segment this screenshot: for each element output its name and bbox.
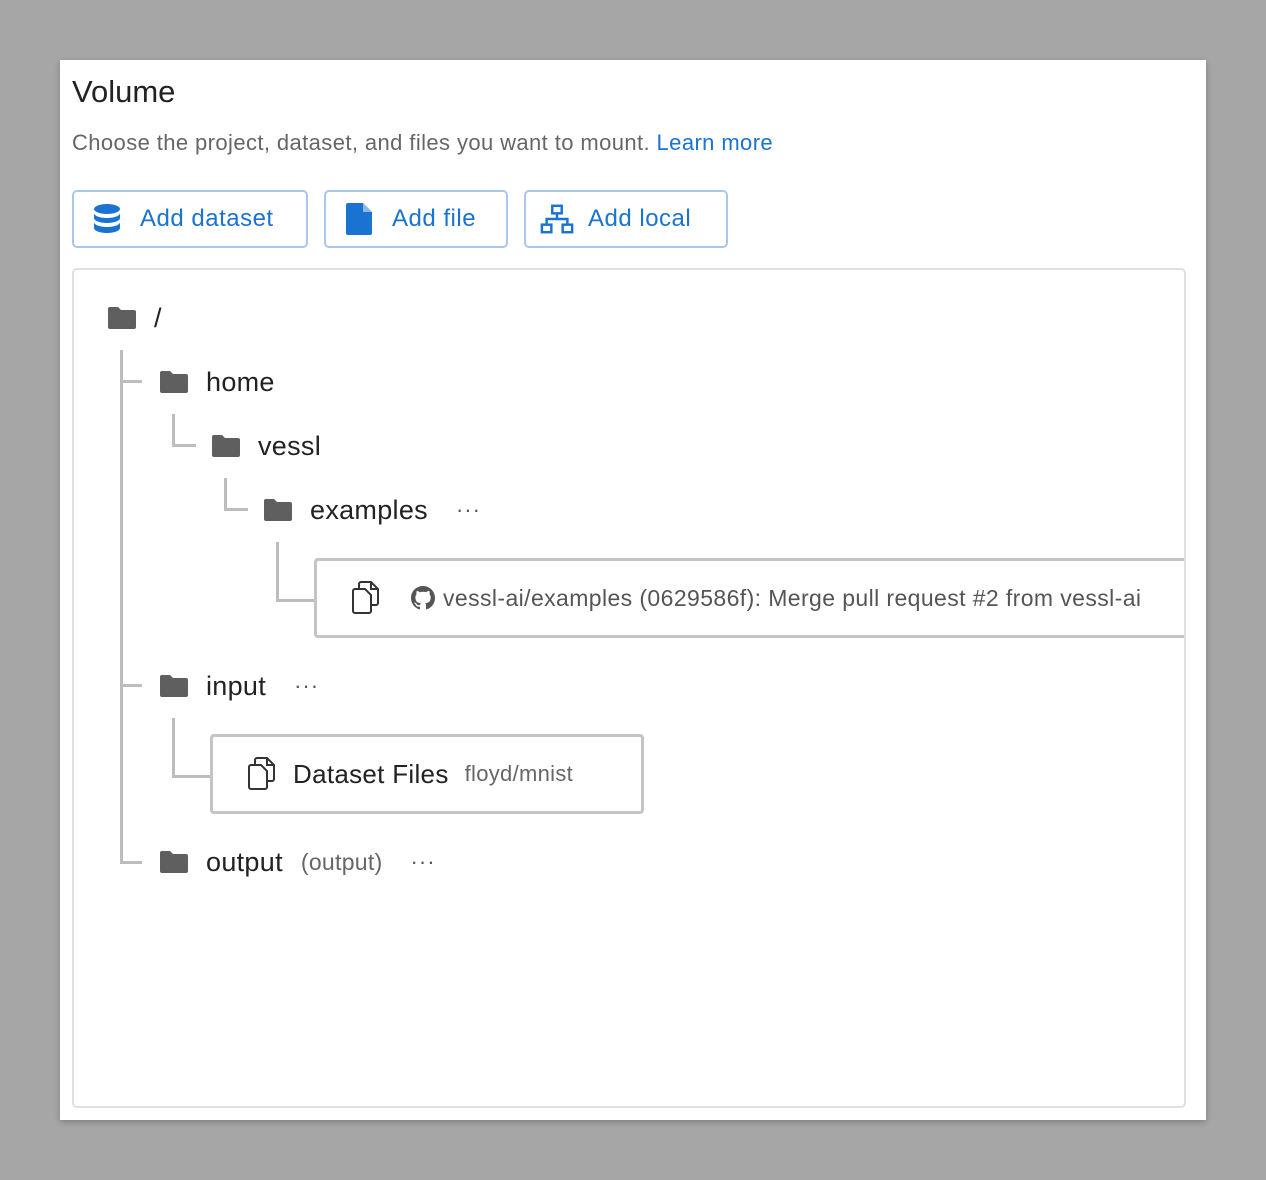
folder-icon — [108, 306, 136, 330]
learn-more-link[interactable]: Learn more — [657, 130, 774, 155]
folder-icon — [264, 498, 292, 522]
folder-icon — [160, 850, 188, 874]
dataset-name: Dataset Files — [293, 758, 449, 789]
tree-node-label: / — [154, 302, 162, 333]
tree-node-root[interactable]: / — [108, 298, 162, 338]
tree-node-vessl[interactable]: vessl — [212, 426, 321, 466]
examples-git-file[interactable]: vessl-ai/examples (0629586f): Merge pull… — [314, 558, 1184, 638]
tree-branch-home — [120, 380, 142, 383]
tree-branch-examples-file — [276, 599, 314, 602]
tree-node-label: input — [206, 670, 267, 701]
output-aux-label: (output) — [300, 848, 383, 875]
volume-description: Choose the project, dataset, and files y… — [72, 130, 773, 156]
copy-files-icon — [245, 757, 277, 791]
tree-line-vessl — [224, 478, 227, 511]
tree-line-examples — [276, 542, 279, 602]
volume-card: Volume Choose the project, dataset, and … — [60, 60, 1206, 1120]
file-icon — [342, 202, 376, 236]
add-dataset-button[interactable]: Add dataset — [72, 190, 308, 248]
folder-icon — [212, 434, 240, 458]
database-icon — [90, 202, 124, 236]
copy-files-icon — [349, 581, 381, 615]
tree-branch-vessl — [172, 444, 196, 447]
tree-node-input[interactable]: input ··· — [160, 666, 319, 706]
tree-line-root — [120, 350, 123, 864]
tree-line-home — [172, 414, 175, 447]
add-file-button[interactable]: Add file — [324, 190, 508, 248]
tree-node-label: home — [206, 366, 275, 397]
examples-file-label: vessl-ai/examples (0629586f): Merge pull… — [443, 584, 1142, 611]
tree-node-output[interactable]: output (output) ··· — [160, 842, 436, 882]
tree-node-label: output — [206, 846, 283, 877]
more-options-icon[interactable]: ··· — [294, 673, 319, 699]
add-dataset-label: Add dataset — [140, 205, 274, 232]
volume-description-text: Choose the project, dataset, and files y… — [72, 130, 651, 155]
add-local-label: Add local — [588, 205, 692, 232]
dataset-source: floyd/mnist — [464, 761, 574, 786]
tree-branch-examples — [224, 508, 248, 511]
more-options-icon[interactable]: ··· — [456, 497, 481, 523]
folder-icon — [160, 370, 188, 394]
more-options-icon[interactable]: ··· — [411, 849, 436, 875]
add-file-label: Add file — [392, 205, 477, 232]
tree-node-examples[interactable]: examples ··· — [264, 490, 481, 530]
tree-node-label: vessl — [258, 430, 322, 461]
volume-title: Volume — [72, 74, 176, 109]
dataset-files-item[interactable]: Dataset Files floyd/mnist — [210, 734, 644, 814]
folder-icon — [160, 674, 188, 698]
tree-branch-output — [120, 861, 142, 864]
add-local-button[interactable]: Add local — [524, 190, 728, 248]
volume-tree-panel: / home vessl examples ··· vessl-ai/examp… — [72, 268, 1186, 1108]
tree-node-home[interactable]: home — [160, 362, 275, 402]
network-icon — [540, 202, 574, 236]
tree-branch-input — [120, 684, 142, 687]
tree-branch-dataset-file — [172, 775, 210, 778]
github-icon — [411, 586, 435, 610]
tree-node-label: examples — [310, 494, 428, 525]
tree-line-input — [172, 718, 175, 778]
